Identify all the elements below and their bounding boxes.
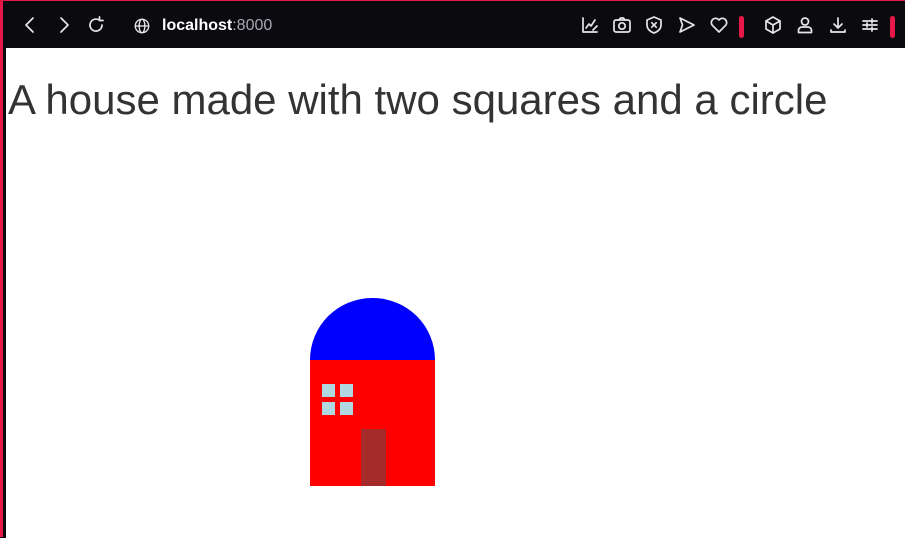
favorite-button[interactable] (707, 13, 731, 37)
send-icon (679, 17, 695, 33)
back-button[interactable] (18, 13, 42, 37)
downloads-button[interactable] (826, 13, 850, 37)
url-host: localhost (162, 17, 233, 34)
browser-toolbar: localhost:8000 (6, 2, 905, 48)
heart-icon (710, 17, 728, 33)
chevron-right-icon (60, 17, 69, 33)
edit-chart-button[interactable] (578, 13, 602, 37)
reload-button[interactable] (84, 13, 108, 37)
edit-chart-icon (582, 17, 598, 33)
forward-button[interactable] (52, 13, 76, 37)
page-viewport: A house made with two squares and a circ… (6, 48, 905, 538)
url-port: :8000 (232, 17, 273, 34)
shield-x-icon (646, 16, 662, 34)
window-pane (340, 384, 353, 397)
house-drawing (310, 298, 435, 486)
extensions-button[interactable] (761, 13, 785, 37)
accent-divider (739, 16, 744, 38)
accent-divider (890, 16, 895, 38)
window-pane (322, 384, 335, 397)
page-title: A house made with two squares and a circ… (8, 76, 828, 123)
globe-icon (131, 15, 153, 37)
download-icon (830, 17, 846, 33)
profile-button[interactable] (793, 13, 817, 37)
window-pane (340, 402, 353, 415)
send-button[interactable] (675, 13, 699, 37)
window-pane (322, 402, 335, 415)
url-text: localhost:8000 (162, 17, 272, 35)
box-icon (765, 16, 781, 34)
house-roof-circle (310, 298, 435, 360)
house-door (361, 429, 386, 486)
screenshot-button[interactable] (610, 13, 634, 37)
browser-window: localhost:8000 A house made with two squ… (0, 0, 905, 538)
chevron-left-icon (25, 17, 34, 33)
camera-icon (613, 17, 631, 33)
address-bar[interactable]: localhost:8000 (131, 11, 431, 41)
settings-button[interactable] (858, 13, 882, 37)
reload-icon (89, 15, 104, 32)
shield-button[interactable] (642, 13, 666, 37)
user-icon (797, 17, 813, 34)
sliders-icon (862, 18, 878, 32)
